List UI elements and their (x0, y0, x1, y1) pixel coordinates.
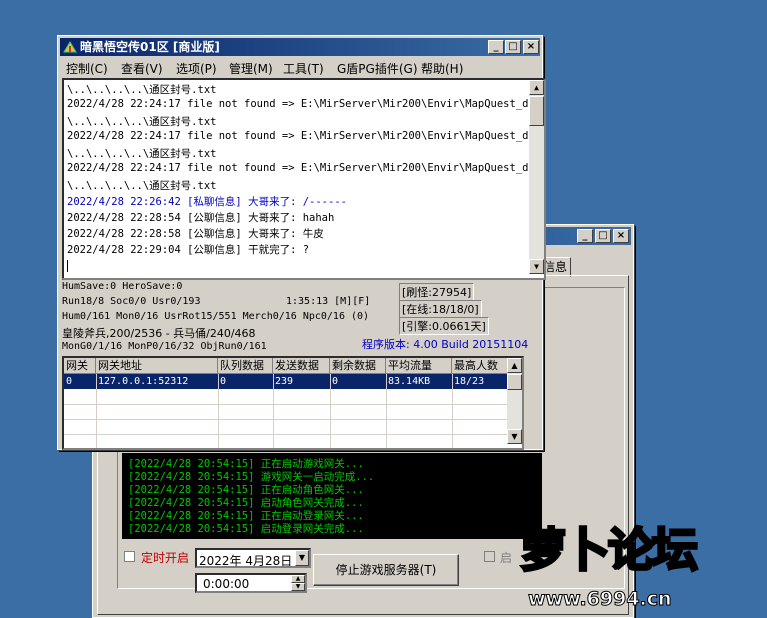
log-line: 2022/4/28 22:28:58 [公聊信息] 大哥来了: 牛皮 (67, 228, 324, 240)
online-count: [在线:18/18/0] (399, 300, 482, 318)
col-header-avg-traffic[interactable]: 平均流量 (386, 358, 452, 374)
monster-stats: 皇陵斧兵,200/2536 - 兵马俑/240/468 (62, 327, 256, 340)
date-picker[interactable]: 2022年 4月28日 ▼ (195, 548, 311, 568)
timed-start-checkbox[interactable] (124, 551, 135, 562)
uptime: 1:35:13 [M][F] (286, 296, 371, 307)
cell-max-users: 18/23 (454, 376, 485, 387)
server-log[interactable]: \..\..\..\..\通区封号.txt 2022/4/28 22:24:17… (62, 78, 546, 280)
cell-remaining: 0 (332, 376, 339, 387)
maximize-button[interactable]: □ (505, 40, 521, 54)
menu-bar: 控制(C) 查看(V) 选项(P) 管理(M) 工具(T) G盾PG插件(G) … (60, 58, 540, 76)
col-header-remaining[interactable]: 剩余数据 (330, 358, 386, 374)
console-line: [2022/4/28 20:54:15] 启动登录网关完成... (128, 523, 364, 535)
cell-sent: 239 (275, 376, 294, 387)
cell-address: 127.0.0.1:52312 (98, 376, 189, 387)
menu-view[interactable]: 查看(V) (121, 60, 163, 77)
log-line: \..\..\..\..\通区封号.txt (67, 116, 217, 128)
col-header-gateway[interactable]: 网关 (64, 358, 96, 374)
menu-control[interactable]: 控制(C) (66, 60, 108, 77)
scroll-thumb[interactable] (529, 96, 544, 126)
main-title: 暗黑悟空传01区 [商业版] (80, 40, 220, 54)
grid-line (64, 434, 522, 435)
scroll-up-button[interactable]: ▲ (507, 358, 522, 373)
close-button[interactable]: × (523, 40, 539, 54)
time-up-button[interactable]: ▲ (291, 575, 305, 583)
stop-game-server-label: 停止游戏服务器(T) (335, 563, 437, 577)
save-stats: HumSave:0 HeroSave:0 (62, 281, 183, 292)
program-version: 程序版本: 4.00 Build 20151104 (362, 338, 529, 351)
tab-info-label: 信息 (543, 260, 568, 274)
menu-gshield-plugin[interactable]: G盾PG插件(G) (337, 60, 418, 77)
menu-options[interactable]: 选项(P) (176, 60, 217, 77)
status-divider (62, 278, 538, 279)
main-window: 暗黑悟空传01区 [商业版] _ □ × 控制(C) 查看(V) 选项(P) 管… (57, 35, 546, 450)
app-icon (63, 41, 77, 53)
log-line: 2022/4/28 22:26:42 [私聊信息] 大哥来了: /------ (67, 196, 347, 208)
log-line: 2022/4/28 22:28:54 [公聊信息] 大哥来了: hahah (67, 212, 335, 224)
time-field[interactable]: 0:00:00 ▲ ▼ (195, 573, 307, 593)
engine-uptime: [引擎:0.0661天] (399, 317, 489, 335)
scroll-thumb[interactable] (507, 374, 522, 390)
cell-queue: 0 (220, 376, 227, 387)
auto-start-checkbox[interactable] (484, 551, 495, 562)
run-stats: Run18/8 Soc0/0 Usr0/193 (62, 296, 201, 307)
gateway-table[interactable]: 网关 网关地址 队列数据 发送数据 剩余数据 平均流量 最高人数 0 127.0… (62, 356, 524, 450)
minimize-button[interactable]: _ (577, 229, 593, 243)
main-titlebar: 暗黑悟空传01区 [商业版] _ □ × (60, 38, 540, 56)
minimize-button[interactable]: _ (488, 40, 504, 54)
log-line: 2022/4/28 22:24:17 file not found => E:\… (67, 162, 542, 174)
refresh-monster-count: [刷怪:27954] (399, 283, 475, 301)
log-line: 2022/4/28 22:24:17 file not found => E:\… (67, 98, 542, 110)
menu-manage[interactable]: 管理(M) (229, 60, 273, 77)
cell-gateway: 0 (66, 376, 73, 387)
log-line: \..\..\..\..\通区封号.txt (67, 148, 217, 160)
col-header-address[interactable]: 网关地址 (96, 358, 218, 374)
date-value: 2022年 4月28日 (199, 554, 293, 568)
time-down-button[interactable]: ▼ (291, 583, 305, 591)
menu-tools[interactable]: 工具(T) (283, 60, 324, 77)
stop-game-server-button[interactable]: 停止游戏服务器(T) (313, 554, 459, 586)
time-value: 0:00:00 (203, 577, 250, 591)
grid-line (64, 404, 522, 405)
log-line: 2022/4/28 22:24:17 file not found => E:\… (67, 130, 542, 142)
scroll-down-button[interactable]: ▼ (507, 429, 522, 444)
log-cursor (67, 260, 68, 272)
scroll-up-button[interactable]: ▲ (529, 80, 544, 95)
mon-gen-stats: MonG0/1/16 MonP0/16/32 ObjRun0/161 (62, 341, 267, 352)
grid-col-line (452, 374, 453, 448)
menu-help[interactable]: 帮助(H) (421, 60, 463, 77)
table-row[interactable]: 0 127.0.0.1:52312 0 239 0 83.14KB 18/23 (64, 374, 512, 389)
grid-line (64, 419, 522, 420)
forum-logo: 萝卜论坛 (519, 522, 700, 579)
scroll-down-button[interactable]: ▼ (529, 259, 544, 274)
maximize-button[interactable]: □ (595, 229, 611, 243)
cell-avg-traffic: 83.14KB (388, 376, 431, 387)
grid-col-line (218, 374, 219, 448)
grid-col-line (273, 374, 274, 448)
table-scrollbar[interactable]: ▲ ▼ (507, 358, 522, 444)
log-line: \..\..\..\..\通区封号.txt (67, 84, 217, 96)
grid-col-line (386, 374, 387, 448)
log-scrollbar[interactable]: ▲ ▼ (529, 80, 544, 274)
object-stats: Hum0/161 Mon0/16 UsrRot15/551 Merch0/16 … (62, 311, 370, 322)
startup-console: [2022/4/28 20:54:15] 正在启动游戏网关... [2022/4… (122, 453, 542, 539)
col-header-max-users[interactable]: 最高人数 (452, 358, 512, 374)
timed-start-label: 定时开启 (141, 551, 190, 565)
col-header-queue[interactable]: 队列数据 (218, 358, 273, 374)
log-line: 2022/4/28 22:29:04 [公聊信息] 干就完了: ? (67, 244, 310, 256)
date-dropdown-button[interactable]: ▼ (295, 550, 309, 566)
close-button[interactable]: × (613, 229, 629, 243)
forum-url: www.6994.cn (528, 588, 673, 611)
grid-col-line (330, 374, 331, 448)
grid-col-line (96, 374, 97, 448)
auto-start-label: 启 (500, 551, 513, 565)
log-line: \..\..\..\..\通区封号.txt (67, 180, 217, 192)
col-header-sent[interactable]: 发送数据 (273, 358, 330, 374)
